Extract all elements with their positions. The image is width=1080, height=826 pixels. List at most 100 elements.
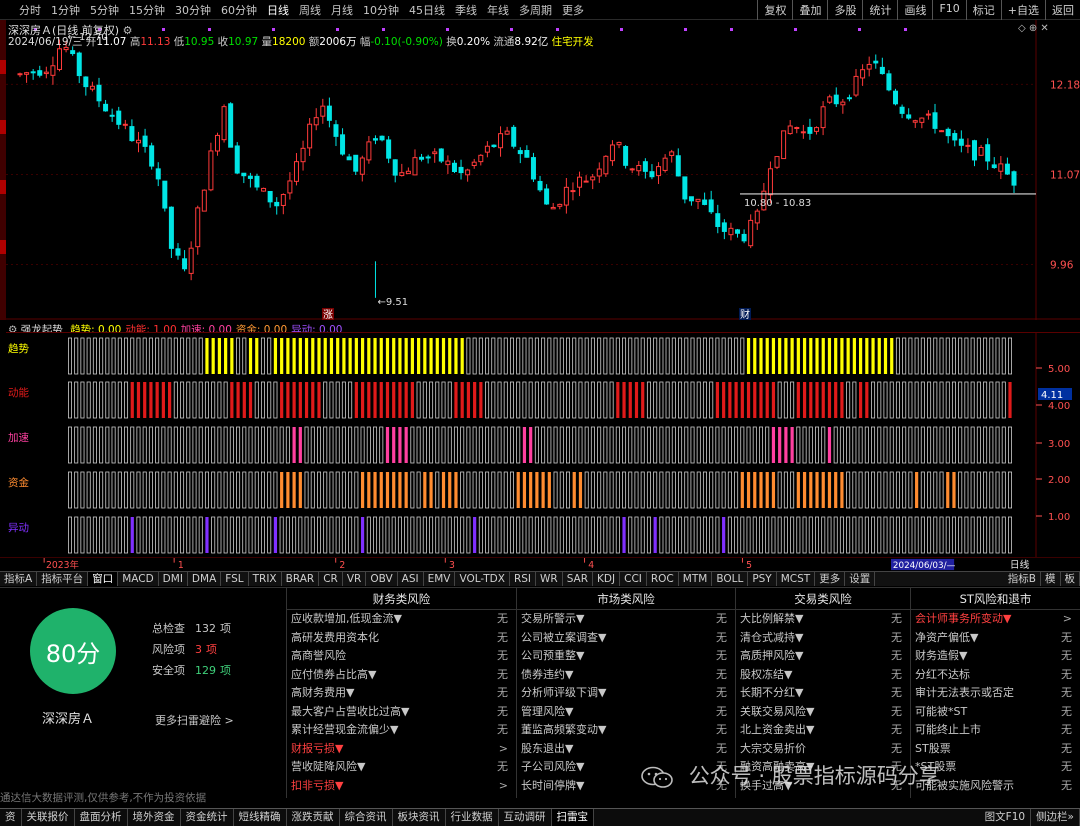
- risk-item[interactable]: 大宗交易折价 无: [736, 740, 910, 759]
- risk-item[interactable]: 分析师评级下调▼ 无: [517, 684, 735, 703]
- period-tab[interactable]: 60分钟: [216, 2, 262, 18]
- indicator-tab[interactable]: BRAR: [282, 572, 320, 586]
- toolbar-button[interactable]: 复权: [757, 0, 792, 20]
- period-tab[interactable]: 多周期: [514, 2, 557, 18]
- risk-item[interactable]: 董监高频繁变动▼ 无: [517, 721, 735, 740]
- period-tab[interactable]: 45日线: [404, 2, 450, 18]
- indicator-tab[interactable]: 指标平台: [37, 572, 89, 586]
- indicator-tab[interactable]: FSL: [221, 572, 249, 586]
- risk-item[interactable]: 累计经营现金流偏少▼ 无: [287, 721, 516, 740]
- risk-item[interactable]: 会计师事务所变动▼ >: [911, 610, 1080, 629]
- indicator-tab[interactable]: 指标A: [0, 572, 38, 586]
- indicator-tab[interactable]: EMV: [424, 572, 456, 586]
- risk-item[interactable]: ST股票 无: [911, 740, 1080, 759]
- indicator-tab[interactable]: MTM: [679, 572, 713, 586]
- period-tab[interactable]: 30分钟: [170, 2, 216, 18]
- toolbar-button[interactable]: 返回: [1045, 0, 1080, 20]
- indicator-tab[interactable]: KDJ: [593, 572, 621, 586]
- toolbar-button[interactable]: 画线: [897, 0, 932, 20]
- period-tab[interactable]: 10分钟: [358, 2, 404, 18]
- risk-item[interactable]: 分红不达标 无: [911, 666, 1080, 685]
- risk-item[interactable]: 关联交易风险▼ 无: [736, 703, 910, 722]
- event-cai[interactable]: 财: [740, 308, 750, 320]
- risk-item[interactable]: 财报亏损▼ >: [287, 740, 516, 759]
- risk-item[interactable]: 扣非亏损▼ >: [287, 777, 516, 796]
- indicator-tab[interactable]: 设置: [845, 572, 876, 586]
- indicator-tab[interactable]: ROC: [647, 572, 679, 586]
- status-tab[interactable]: 关联报价: [22, 809, 75, 826]
- risk-item[interactable]: 债券违约▼ 无: [517, 666, 735, 685]
- status-tab[interactable]: 资: [0, 809, 22, 826]
- indicator-tab[interactable]: MCST: [777, 572, 816, 586]
- status-tab[interactable]: 行业数据: [446, 809, 499, 826]
- risk-item[interactable]: 高财务费用▼ 无: [287, 684, 516, 703]
- risk-item[interactable]: 清仓式减持▼ 无: [736, 629, 910, 648]
- indicator-tab[interactable]: ASI: [398, 572, 424, 586]
- more-scan-link[interactable]: 更多扫雷避险 >: [155, 712, 234, 728]
- period-tab[interactable]: 更多: [557, 2, 589, 18]
- toolbar-button[interactable]: 统计: [862, 0, 897, 20]
- status-tab[interactable]: 互动调研: [499, 809, 552, 826]
- indicator-tab-right[interactable]: 板: [1061, 572, 1080, 586]
- period-tab[interactable]: 季线: [450, 2, 482, 18]
- indicator-tab[interactable]: WR: [536, 572, 563, 586]
- risk-item[interactable]: 公司被立案调查▼ 无: [517, 629, 735, 648]
- indicator-tab[interactable]: VOL-TDX: [455, 572, 510, 586]
- status-tab[interactable]: 涨跌贡献: [287, 809, 340, 826]
- indicator-tab[interactable]: 更多: [815, 572, 846, 586]
- toolbar-button[interactable]: F10: [932, 0, 965, 20]
- indicator-tab-right[interactable]: 模: [1041, 572, 1061, 586]
- status-tab[interactable]: 综合资讯: [340, 809, 393, 826]
- risk-item[interactable]: 北上资金卖出▼ 无: [736, 721, 910, 740]
- indicator-tab[interactable]: PSY: [748, 572, 777, 586]
- status-right-button[interactable]: 图文F10: [980, 809, 1032, 826]
- status-tab[interactable]: 资金统计: [181, 809, 234, 826]
- status-right-button[interactable]: 侧边栏»: [1031, 809, 1080, 826]
- risk-item[interactable]: 股权冻结▼ 无: [736, 666, 910, 685]
- indicator-tab[interactable]: 窗口: [88, 572, 119, 586]
- period-indicator[interactable]: 日线: [1010, 558, 1030, 571]
- chart-controls-icon[interactable]: ◇ ⊕ ✕: [1018, 23, 1049, 34]
- risk-item[interactable]: 最大客户占营收比过高▼ 无: [287, 703, 516, 722]
- period-tab[interactable]: 周线: [294, 2, 326, 18]
- toolbar-button[interactable]: 叠加: [792, 0, 827, 20]
- indicator-tab[interactable]: BOLL: [712, 572, 749, 586]
- status-tab[interactable]: 盘面分析: [75, 809, 128, 826]
- indicator-tab-right[interactable]: 指标B: [1004, 572, 1041, 586]
- period-tab[interactable]: 15分钟: [124, 2, 170, 18]
- risk-item[interactable]: 可能终止上市 无: [911, 721, 1080, 740]
- indicator-tab[interactable]: OBV: [366, 572, 398, 586]
- risk-item[interactable]: 净资产偏低▼ 无: [911, 629, 1080, 648]
- indicator-tab[interactable]: CR: [319, 572, 343, 586]
- toolbar-button[interactable]: 标记: [965, 0, 1001, 20]
- risk-item[interactable]: 长期不分红▼ 无: [736, 684, 910, 703]
- toolbar-button[interactable]: 多股: [827, 0, 862, 20]
- toolbar-button[interactable]: +自选: [1000, 0, 1045, 20]
- indicator-tab[interactable]: CCI: [620, 572, 647, 586]
- risk-item[interactable]: 交易所警示▼ 无: [517, 610, 735, 629]
- risk-item[interactable]: 大比例解禁▼ 无: [736, 610, 910, 629]
- status-tab[interactable]: 扫雷宝: [551, 809, 594, 826]
- risk-item[interactable]: 管理风险▼ 无: [517, 703, 735, 722]
- kline-chart[interactable]: 12.1811.079.96← 12.70←9.5110.80 - 10.83涨…: [6, 20, 1080, 320]
- indicator-tab[interactable]: DMI: [159, 572, 188, 586]
- indicator-tab[interactable]: VR: [343, 572, 367, 586]
- status-tab[interactable]: 境外资金: [128, 809, 181, 826]
- period-tab[interactable]: 年线: [482, 2, 514, 18]
- indicator-tab[interactable]: RSI: [510, 572, 536, 586]
- indicator-chart[interactable]: 趋势动能加速资金异动 5.00 4.00 3.00 2.00 1.00 4.11: [6, 332, 1080, 558]
- indicator-tab[interactable]: TRIX: [249, 572, 282, 586]
- period-tab[interactable]: 5分钟: [85, 2, 124, 18]
- status-tab[interactable]: 板块资讯: [393, 809, 446, 826]
- risk-item[interactable]: 应收款增加,低现金流▼ 无: [287, 610, 516, 629]
- risk-item[interactable]: 高研发费用资本化 无: [287, 629, 516, 648]
- risk-item[interactable]: 可能被*ST 无: [911, 703, 1080, 722]
- period-tab[interactable]: 日线: [262, 2, 294, 18]
- period-tab[interactable]: 月线: [326, 2, 358, 18]
- risk-item[interactable]: 股东退出▼ 无: [517, 740, 735, 759]
- risk-item[interactable]: 应付债券占比高▼ 无: [287, 666, 516, 685]
- period-tab[interactable]: 分时: [14, 2, 46, 18]
- period-tab[interactable]: 1分钟: [46, 2, 85, 18]
- risk-item[interactable]: 财务造假▼ 无: [911, 647, 1080, 666]
- risk-item[interactable]: 营收陡降风险▼ 无: [287, 758, 516, 777]
